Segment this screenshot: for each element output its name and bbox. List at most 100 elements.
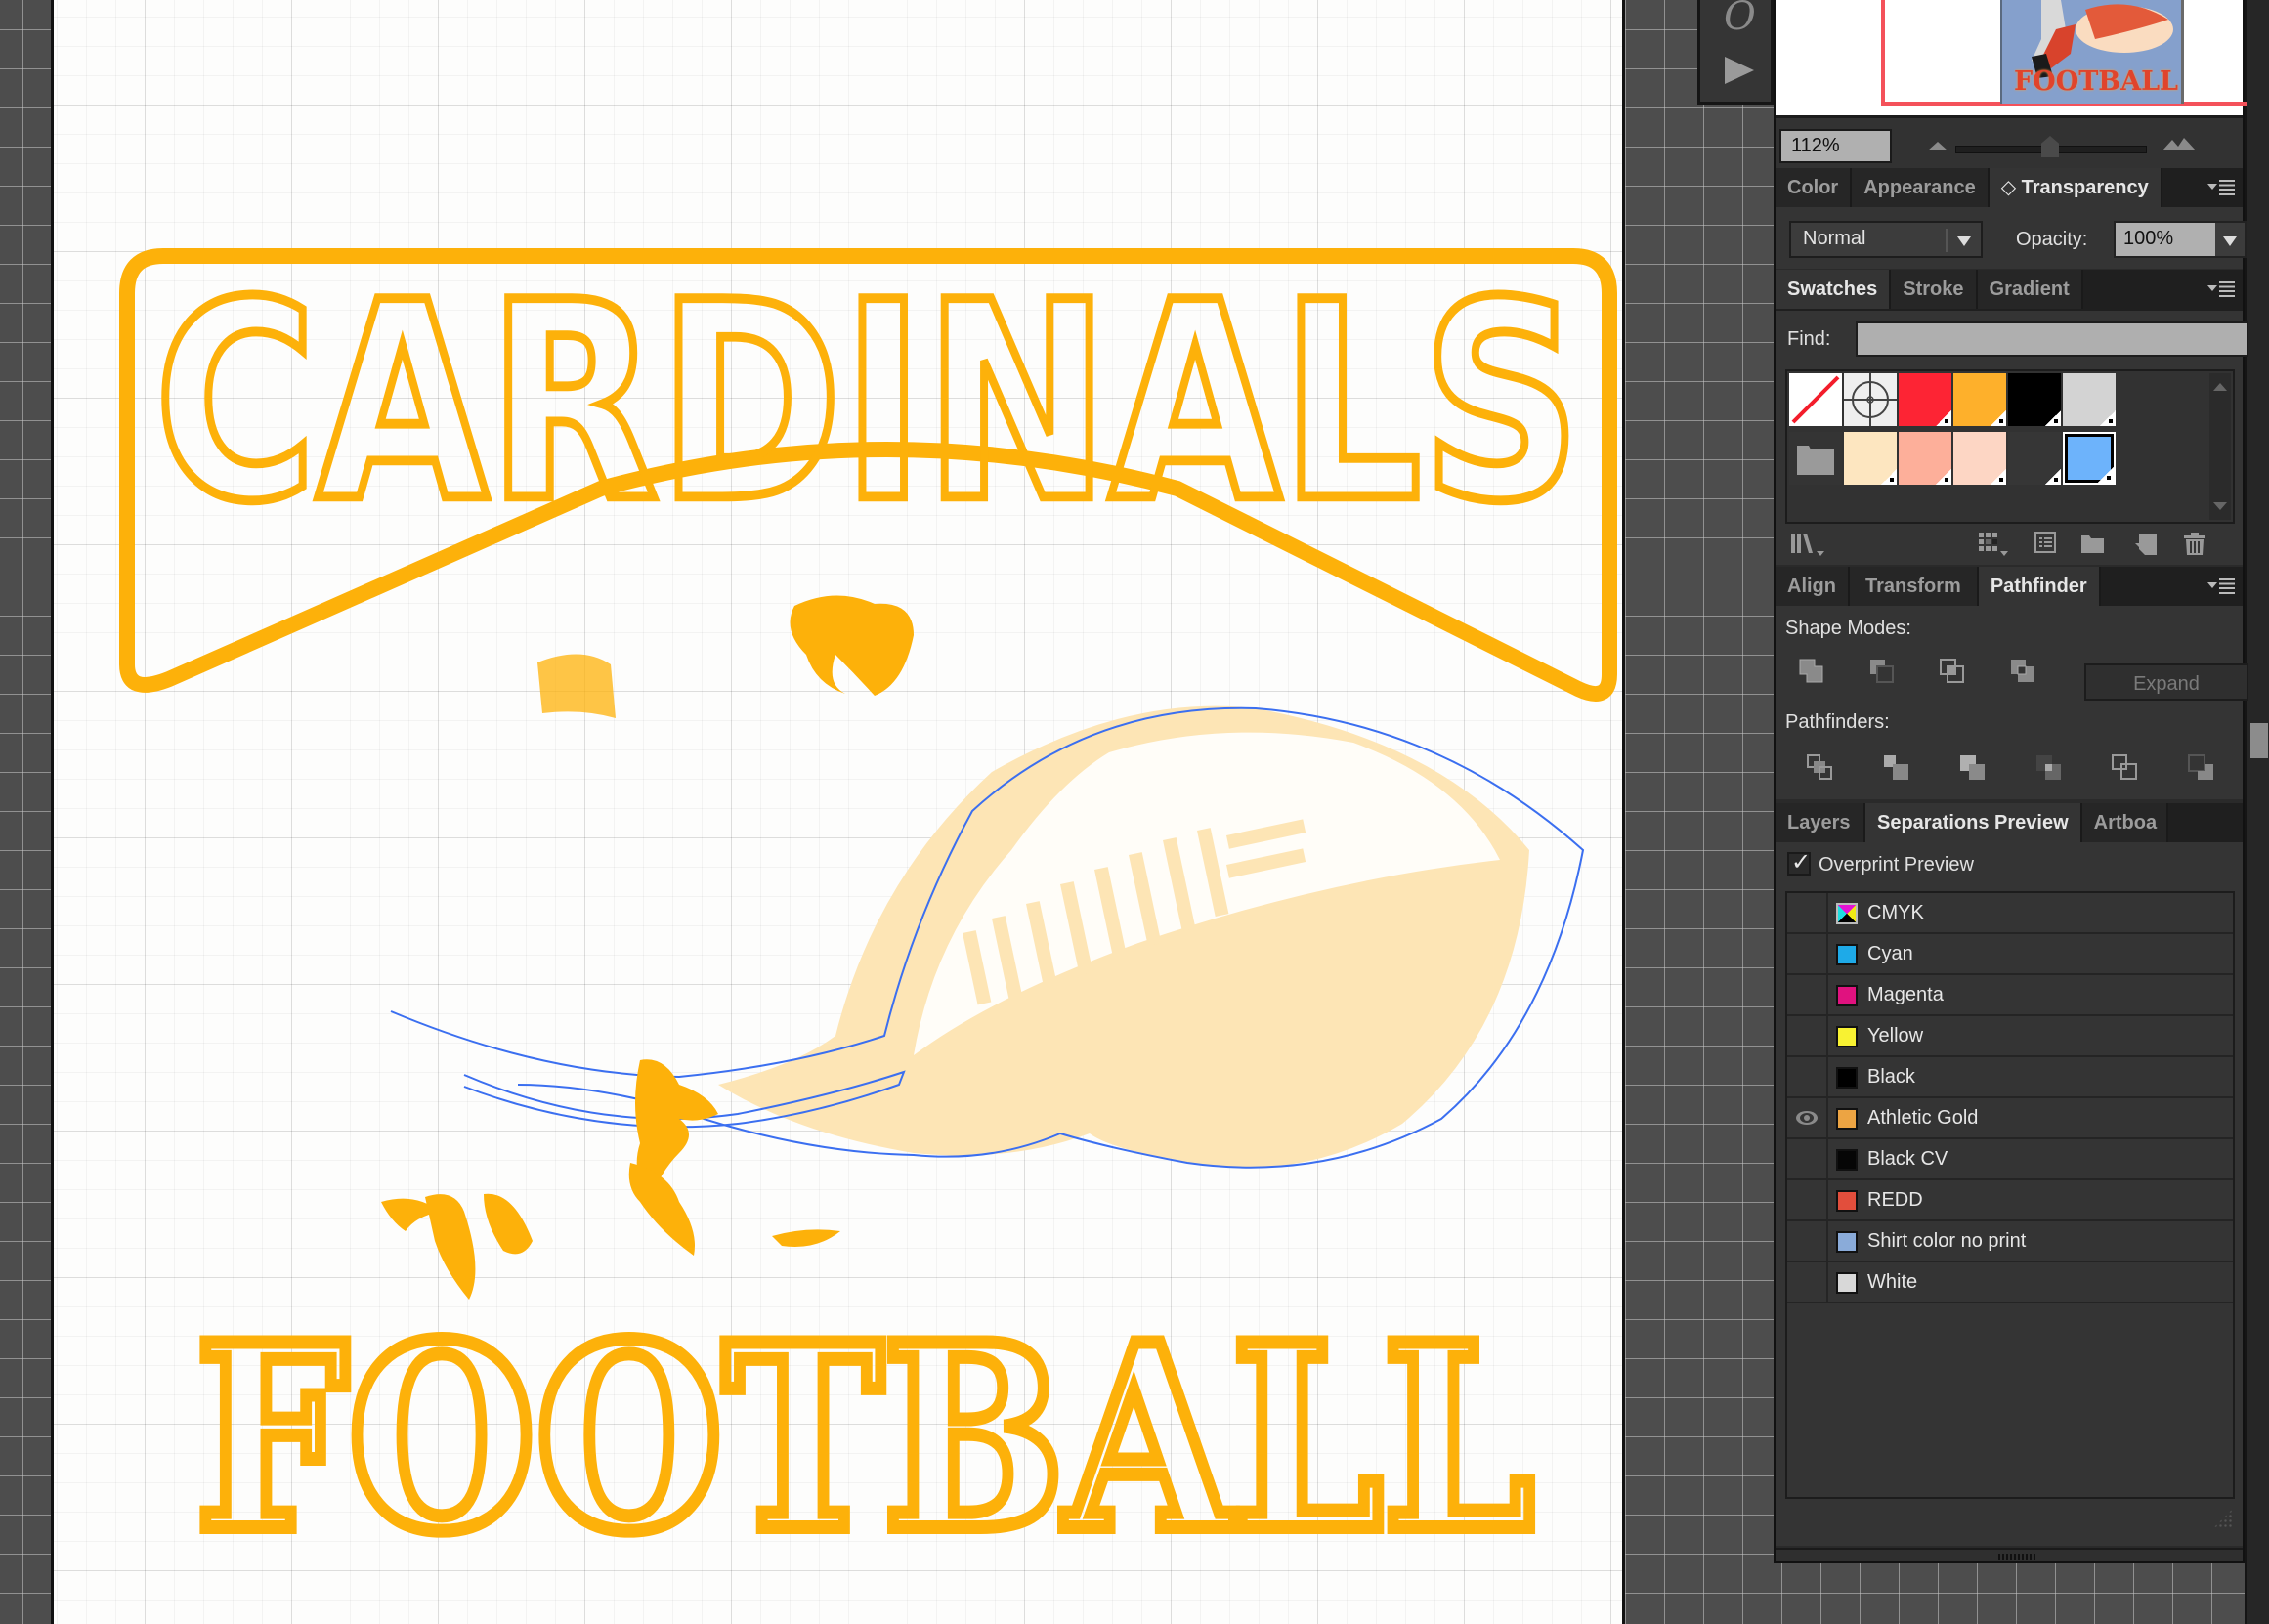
color-chip-icon [1836, 944, 1858, 965]
tab-color[interactable]: Color [1776, 168, 1853, 207]
expand-button[interactable]: Expand [2084, 663, 2248, 701]
visibility-toggle[interactable] [1787, 1098, 1828, 1137]
artboard[interactable]: CARDINALS FOOTBALL [51, 0, 1625, 1624]
zoom-level-field[interactable]: 112% [1779, 129, 1892, 163]
outline-icon[interactable] [2110, 752, 2139, 782]
scroll-down-icon[interactable] [2213, 502, 2227, 510]
dock-scrollbar[interactable] [2245, 0, 2269, 1624]
swatch-registration[interactable] [1844, 373, 1897, 426]
navigator-preview[interactable]: FOOTBALL [1776, 0, 2247, 115]
panel-menu-icon[interactable] [2207, 578, 2235, 594]
zoom-in-icon[interactable] [2162, 136, 2197, 151]
visibility-toggle[interactable] [1787, 975, 1828, 1014]
separation-row[interactable]: Cyan [1787, 934, 2233, 975]
swatch-find-input[interactable] [1856, 321, 2248, 357]
swatch-athletic-gold[interactable] [1953, 373, 2006, 426]
visibility-toggle[interactable] [1787, 1016, 1828, 1055]
panel-menu-icon[interactable] [2207, 180, 2235, 195]
separation-name: CMYK [1867, 902, 1924, 923]
swatch-red[interactable] [1899, 373, 1951, 426]
separation-name: Black [1867, 1066, 1915, 1088]
opacity-field[interactable]: 100% [2114, 221, 2247, 258]
global-swatch-corner-icon [2045, 469, 2061, 485]
swatch-cream[interactable] [1844, 432, 1897, 485]
separation-row[interactable]: Black CV [1787, 1139, 2233, 1180]
swatch-salmon[interactable] [1899, 432, 1951, 485]
crop-icon[interactable] [2034, 752, 2063, 782]
swatch-light-gray[interactable] [2063, 373, 2116, 426]
merge-icon[interactable] [1957, 752, 1987, 782]
swatch-libraries-icon[interactable] [1789, 530, 1828, 559]
new-color-group-icon[interactable] [2078, 530, 2108, 559]
pathfinder-panel-tabs: Align Transform Pathfinder [1776, 567, 2243, 606]
separation-row[interactable]: REDD [1787, 1180, 2233, 1221]
resize-grip-icon[interactable] [2213, 1509, 2233, 1528]
play-icon[interactable] [1725, 57, 1754, 84]
visibility-toggle[interactable] [1787, 934, 1828, 973]
unite-icon[interactable] [1797, 657, 1826, 686]
swatch-color-group-folder[interactable] [1789, 432, 1842, 485]
intersect-icon[interactable] [1938, 657, 1967, 686]
swatch-sky-blue[interactable] [2063, 432, 2116, 485]
shape-modes-label: Shape Modes: [1785, 618, 1911, 639]
color-chip-icon [1836, 1149, 1858, 1171]
swatch-grid-scrollbar[interactable] [2209, 373, 2231, 520]
separation-row[interactable]: CMYK [1787, 893, 2233, 934]
color-chip-icon [1836, 1067, 1858, 1089]
tab-transform[interactable]: Transform [1850, 567, 1979, 606]
divide-icon[interactable] [1805, 752, 1834, 782]
pathfinders-label: Pathfinders: [1785, 711, 1890, 733]
visibility-toggle[interactable] [1787, 1262, 1828, 1302]
delete-swatch-icon[interactable] [2180, 530, 2209, 559]
separation-row[interactable]: Shirt color no print [1787, 1221, 2233, 1262]
visibility-toggle[interactable] [1787, 1221, 1828, 1261]
dock-scrollbar-thumb[interactable] [2250, 723, 2268, 758]
tab-transparency[interactable]: ◇ Transparency [1989, 168, 2162, 207]
zoom-out-icon[interactable] [1927, 140, 1948, 151]
tab-separations-preview[interactable]: Separations Preview [1865, 803, 2082, 842]
swatch-options-icon[interactable] [2032, 530, 2061, 559]
show-swatch-kinds-icon[interactable] [1977, 530, 2012, 559]
football-graphic[interactable] [390, 705, 1585, 1169]
minus-back-icon[interactable] [2186, 752, 2215, 782]
tab-appearance[interactable]: Appearance [1852, 168, 1990, 207]
visibility-toggle[interactable] [1787, 1180, 1828, 1219]
tab-layers[interactable]: Layers [1776, 803, 1865, 842]
opacity-value[interactable]: 100% [2123, 228, 2173, 250]
football-lettering[interactable]: FOOTBALL [189, 1283, 1541, 1595]
transparency-panel: Color Appearance ◇ Transparency Normal O… [1776, 168, 2247, 269]
orientation-glyph-icon[interactable]: O [1724, 0, 1756, 39]
tab-swatches[interactable]: Swatches [1776, 270, 1892, 309]
overprint-preview-label[interactable]: Overprint Preview [1819, 854, 1974, 876]
minus-front-icon[interactable] [1867, 657, 1897, 686]
zoom-slider-knob[interactable] [2041, 136, 2059, 157]
visibility-toggle[interactable] [1787, 893, 1828, 932]
artwork[interactable]: CARDINALS FOOTBALL [54, 0, 1628, 1624]
overprint-preview-checkbox[interactable]: ✓ [1787, 849, 1811, 876]
separation-row[interactable]: Magenta [1787, 975, 2233, 1016]
new-swatch-icon[interactable] [2131, 530, 2161, 559]
swatch-black[interactable] [2008, 373, 2061, 426]
trim-icon[interactable] [1881, 752, 1910, 782]
visibility-toggle[interactable] [1787, 1139, 1828, 1178]
separation-row[interactable]: Black [1787, 1057, 2233, 1098]
scroll-up-icon[interactable] [2213, 383, 2227, 391]
swatch-grid [1785, 369, 2235, 524]
panel-menu-icon[interactable] [2207, 281, 2235, 297]
tab-artboards[interactable]: Artboa [2081, 803, 2168, 842]
exclude-icon[interactable] [2008, 657, 2037, 686]
tab-pathfinder[interactable]: Pathfinder [1978, 567, 2101, 606]
swatch-dark-gray[interactable] [2008, 432, 2061, 485]
swatch-none[interactable] [1789, 373, 1842, 426]
visibility-toggle[interactable] [1787, 1057, 1828, 1096]
swatch-peach[interactable] [1953, 432, 2006, 485]
chevron-down-icon[interactable] [2223, 236, 2237, 246]
tab-align[interactable]: Align [1776, 567, 1850, 606]
tab-gradient[interactable]: Gradient [1977, 270, 2083, 309]
dock-bottom-handle[interactable] [1776, 1548, 2243, 1561]
separation-row[interactable]: Athletic Gold [1787, 1098, 2233, 1139]
separation-row[interactable]: Yellow [1787, 1016, 2233, 1057]
separation-row[interactable]: White [1787, 1262, 2233, 1303]
blend-mode-dropdown[interactable]: Normal [1789, 221, 1983, 258]
tab-stroke[interactable]: Stroke [1891, 270, 1978, 309]
